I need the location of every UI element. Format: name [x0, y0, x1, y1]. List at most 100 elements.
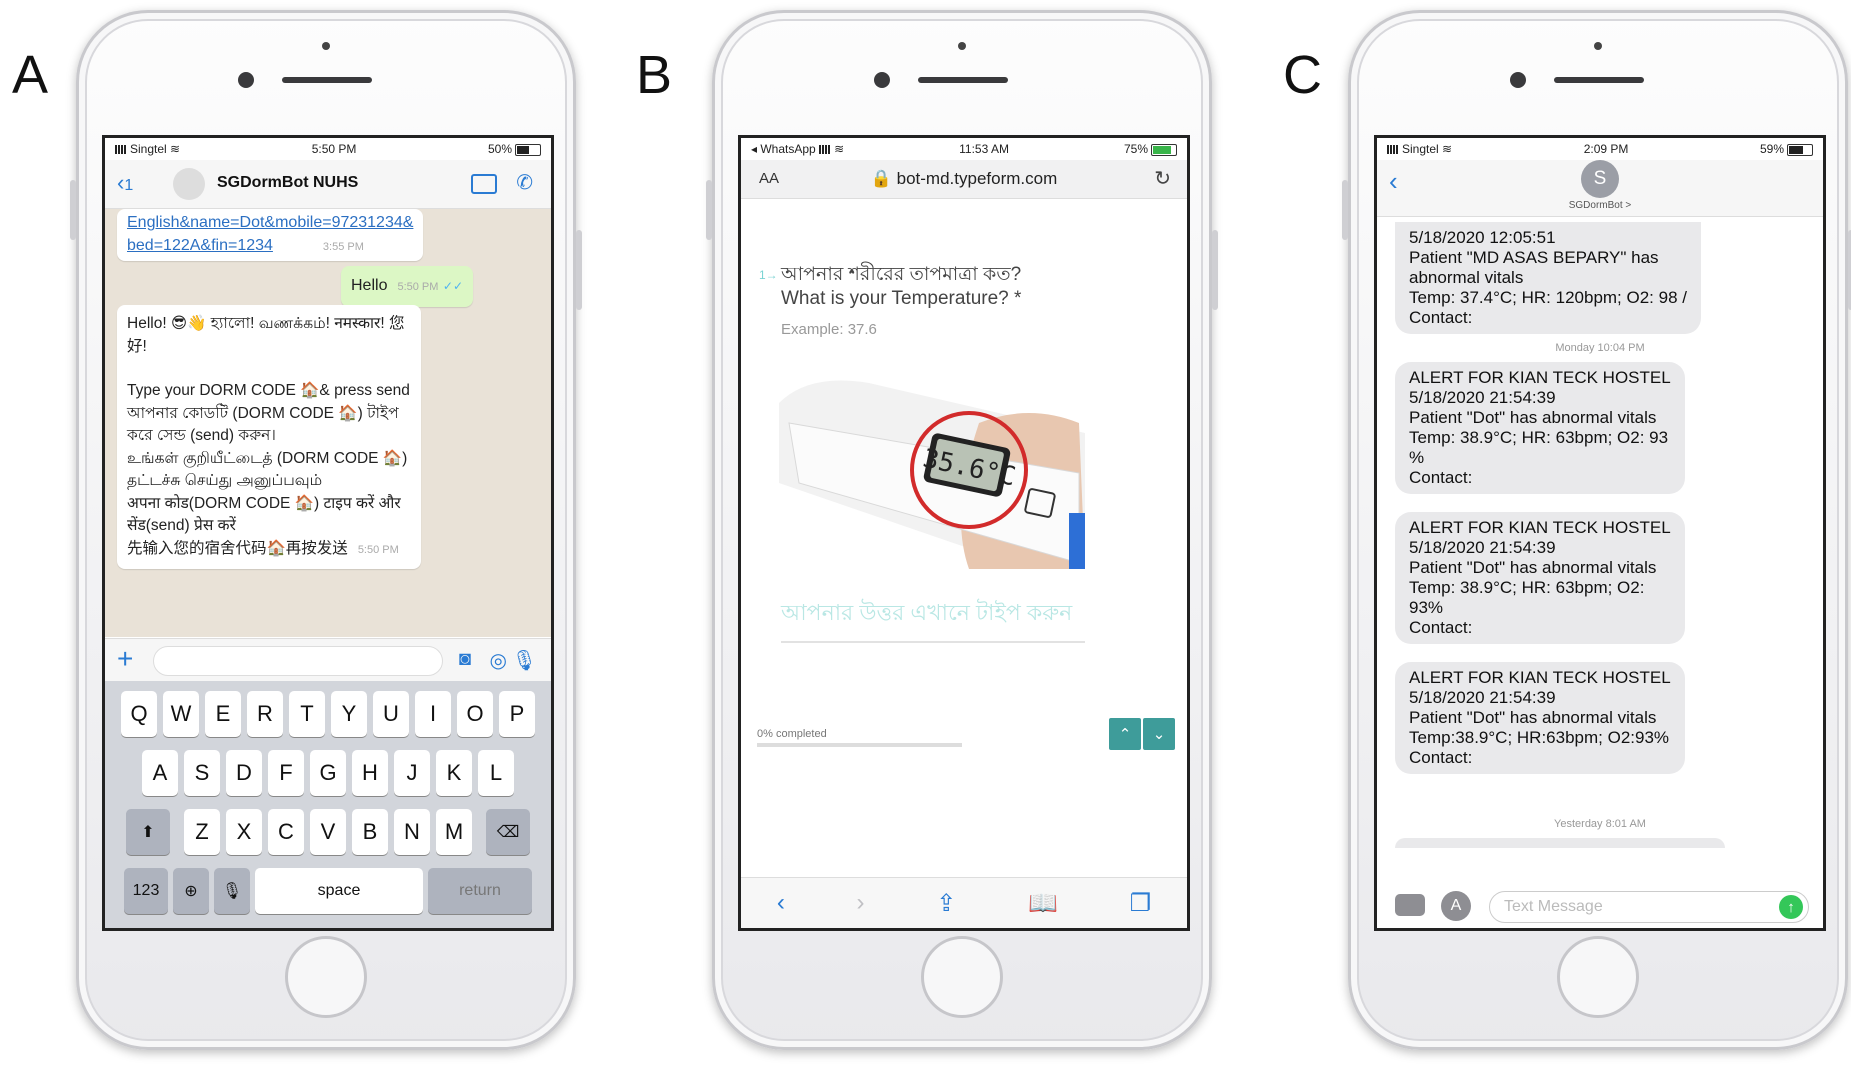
key-row-2: A S D F G H J K L [105, 750, 551, 796]
panel-label-c: C [1283, 45, 1322, 105]
sms-line: Patient "Dot" has abnormal vitals [1409, 408, 1657, 427]
sticker-icon[interactable]: ◙ [459, 648, 471, 671]
contact-name[interactable]: SGDormBot > [1377, 200, 1823, 211]
avatar[interactable] [173, 168, 205, 200]
previous-question-button[interactable]: ⌃ [1109, 718, 1141, 750]
backspace-key[interactable]: ⌫ [486, 809, 530, 855]
microphone-icon: 🎙 [221, 883, 243, 900]
key-f[interactable]: F [268, 750, 304, 796]
chevron-left-icon[interactable]: ‹ [1389, 166, 1398, 197]
screen-b: ◂ WhatsApp ≋ 11:53 AM 75% AA 🔒 bot-md.ty… [738, 135, 1190, 931]
space-key[interactable]: space [255, 868, 423, 914]
numbers-key[interactable]: 123 [124, 868, 168, 914]
app-store-icon[interactable]: A [1441, 891, 1471, 921]
chat-header: ‹1 SGDormBot NUHS ✆ [105, 160, 551, 209]
plus-icon[interactable]: + [117, 643, 133, 675]
key-t[interactable]: T [289, 691, 325, 737]
message-link-line1[interactable]: English&name=Dot&mobile=97231234& [127, 211, 413, 234]
back-icon[interactable]: ‹ [777, 889, 785, 917]
sms-line: Patient "Dot" has abnormal vitals [1409, 708, 1657, 727]
key-z[interactable]: Z [184, 809, 220, 855]
dictation-key[interactable]: 🎙 [214, 868, 250, 914]
key-w[interactable]: W [163, 691, 199, 737]
key-r[interactable]: R [247, 691, 283, 737]
globe-key[interactable]: ⊕ [173, 868, 209, 914]
key-m[interactable]: M [436, 809, 472, 855]
key-x[interactable]: X [226, 809, 262, 855]
front-camera [1510, 72, 1526, 88]
key-row-3: ⬆ Z X C V B N M ⌫ [105, 809, 551, 855]
message-time: 5:50 PM [357, 543, 399, 556]
key-g[interactable]: G [310, 750, 346, 796]
key-b[interactable]: B [352, 809, 388, 855]
earpiece [1554, 77, 1644, 83]
camera-icon[interactable]: ◎ [490, 648, 507, 673]
answer-input[interactable]: আপনার উত্তর এখানে টাইপ করুন [781, 596, 1085, 643]
home-button[interactable] [921, 936, 1003, 1018]
camera-icon[interactable] [1395, 894, 1425, 916]
key-q[interactable]: Q [121, 691, 157, 737]
home-button[interactable] [1557, 936, 1639, 1018]
chat-title[interactable]: SGDormBot NUHS [217, 174, 358, 192]
key-n[interactable]: N [394, 809, 430, 855]
key-k[interactable]: K [436, 750, 472, 796]
key-h[interactable]: H [352, 750, 388, 796]
welcome-line: தட்டச்சு செய்து அனுப்பவும் [127, 472, 323, 489]
signal-icon [1387, 145, 1399, 155]
sms-line: Contact: [1409, 468, 1473, 487]
contact-avatar[interactable]: S [1581, 160, 1619, 198]
progress-label: 0% completed [757, 728, 827, 740]
sms-line: Temp:38.9°C; HR:63bpm; O2:93% [1409, 728, 1670, 747]
phone-b: ◂ WhatsApp ≋ 11:53 AM 75% AA 🔒 bot-md.ty… [706, 10, 1218, 1050]
key-d[interactable]: D [226, 750, 262, 796]
back-to-app[interactable]: ◂ WhatsApp [751, 142, 816, 156]
key-o[interactable]: O [457, 691, 493, 737]
forward-icon[interactable]: › [857, 889, 865, 917]
chat-area[interactable]: English&name=Dot&mobile=97231234& bed=12… [105, 209, 551, 637]
url-field[interactable]: 🔒 bot-md.typeform.com [741, 169, 1187, 189]
sms-line: % [1409, 448, 1425, 467]
phone-call-icon[interactable]: ✆ [516, 170, 533, 195]
key-a[interactable]: A [142, 750, 178, 796]
reload-icon[interactable]: ↻ [1154, 166, 1171, 191]
key-l[interactable]: L [478, 750, 514, 796]
text-message-input[interactable]: Text Message [1489, 891, 1809, 923]
message-link-line2[interactable]: bed=122A&fin=1234 [127, 237, 273, 254]
key-v[interactable]: V [310, 809, 346, 855]
sms-line: Contact: [1409, 748, 1473, 767]
key-e[interactable]: E [205, 691, 241, 737]
back-button[interactable]: ‹1 [117, 170, 133, 196]
battery-percent: 75% [1123, 142, 1148, 156]
nav-arrows: ⌃ ⌄ [1109, 718, 1175, 750]
key-p[interactable]: P [499, 691, 535, 737]
key-s[interactable]: S [184, 750, 220, 796]
front-camera [238, 72, 254, 88]
status-bar: ◂ WhatsApp ≋ 11:53 AM 75% [741, 138, 1187, 160]
sms-line: abnormal vitals [1409, 268, 1524, 287]
key-j[interactable]: J [394, 750, 430, 796]
share-icon[interactable]: ⇪ [936, 889, 956, 918]
next-question-button[interactable]: ⌄ [1143, 718, 1175, 750]
key-u[interactable]: U [373, 691, 409, 737]
tabs-icon[interactable]: ❐ [1130, 889, 1152, 918]
video-call-icon[interactable] [471, 174, 497, 194]
battery-icon [1787, 143, 1813, 156]
sms-line: 5/18/2020 12:05:51 [1409, 228, 1556, 247]
progress-bar [757, 743, 962, 747]
key-i[interactable]: I [415, 691, 451, 737]
outgoing-message: Hello 5:50 PM ✓✓ [341, 266, 473, 307]
home-button[interactable] [285, 936, 367, 1018]
shift-key[interactable]: ⬆ [126, 809, 170, 855]
key-c[interactable]: C [268, 809, 304, 855]
proximity-sensor [958, 42, 966, 50]
return-key[interactable]: return [428, 868, 532, 914]
microphone-icon[interactable]: 🎙 [512, 648, 537, 673]
welcome-line: 好! [127, 337, 147, 355]
bookmarks-icon[interactable]: 📖 [1028, 889, 1058, 918]
globe-icon: ⊕ [184, 883, 198, 900]
key-y[interactable]: Y [331, 691, 367, 737]
message-input[interactable] [153, 646, 443, 676]
proximity-sensor [322, 42, 330, 50]
wifi-icon: ≋ [1442, 142, 1453, 156]
send-icon[interactable]: ↑ [1779, 895, 1803, 919]
